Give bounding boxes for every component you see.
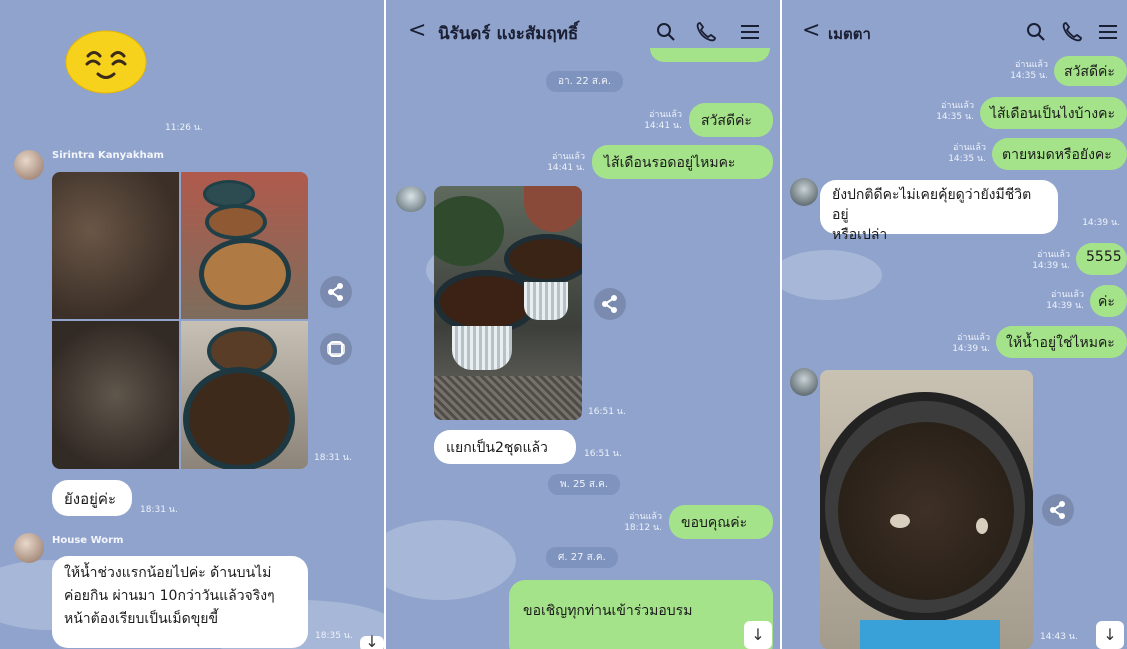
sender-name: Sirintra Kanyakham <box>52 150 164 161</box>
scroll-down-button[interactable]: ↓ <box>744 621 772 649</box>
keep-button[interactable] <box>320 333 352 365</box>
timestamp: 16:51 น. <box>584 449 622 459</box>
outgoing-message[interactable]: ค่ะ <box>1090 285 1127 317</box>
phone-icon[interactable] <box>1060 20 1084 44</box>
incoming-message[interactable]: ยังอยู่ค่ะ <box>52 480 132 516</box>
chat-header: < เมตตา <box>782 0 1127 64</box>
photo-grid[interactable] <box>52 172 308 469</box>
avatar[interactable] <box>790 178 818 206</box>
avatar[interactable] <box>14 150 44 180</box>
photo-pots-1[interactable] <box>181 172 308 319</box>
timestamp: 14:39 น. <box>1032 261 1070 271</box>
screenshot-collage: 11:26 น. Sirintra Kanyakham 18:31 น. ยัง… <box>0 0 1127 649</box>
read-status: อ่านแล้ว <box>1051 290 1084 300</box>
avatar[interactable] <box>14 533 44 563</box>
timestamp: 14:39 น. <box>952 344 990 354</box>
date-separator: ศ. 27 ส.ค. <box>546 547 618 568</box>
timestamp: 18:12 น. <box>624 523 662 533</box>
chat-title: เมตตา <box>828 25 871 43</box>
timestamp: 14:41 น. <box>547 163 585 173</box>
timestamp: 18:31 น. <box>314 453 352 463</box>
back-chevron-icon[interactable]: < <box>408 18 426 43</box>
share-icon <box>602 295 617 313</box>
outgoing-message[interactable]: สวัสดีค่ะ <box>689 103 773 137</box>
share-button[interactable] <box>320 276 352 308</box>
date-separator: อา. 22 ส.ค. <box>546 71 624 92</box>
incoming-message-long[interactable]: ให้น้ำช่วงแรกน้อยไปค่ะ ด้านบนไม่ ค่อยกิน… <box>52 556 308 648</box>
timestamp: 14:41 น. <box>644 121 682 131</box>
outgoing-message[interactable]: ขอบคุณค่ะ <box>669 505 773 539</box>
outgoing-message-partial[interactable] <box>650 48 770 62</box>
message-line: ให้น้ำช่วงแรกน้อยไปค่ะ ด้านบนไม่ <box>64 565 272 581</box>
photo-message[interactable] <box>820 370 1033 649</box>
date-separator: พ. 25 ส.ค. <box>548 474 621 495</box>
outgoing-message[interactable]: ให้น้ำอยู่ใช่ไหมคะ <box>996 326 1127 358</box>
timestamp: 14:39 น. <box>1046 301 1084 311</box>
avatar[interactable] <box>790 368 818 396</box>
chat-title: นิรันดร์ แงะสัมฤทธิ์ <box>438 24 579 44</box>
menu-icon[interactable] <box>738 20 762 44</box>
message-line: ยังปกติดีคะไม่เคยคุ้ยดูว่ายังมีชีวิตอยู่ <box>832 187 1032 223</box>
outgoing-message-long[interactable]: ขอเชิญทุกท่านเข้าร่วมอบรม <box>509 580 773 649</box>
timestamp: 14:35 น. <box>948 154 986 164</box>
menu-icon[interactable] <box>1096 20 1120 44</box>
timestamp: 14:35 น. <box>936 112 974 122</box>
message-line: หรือเปล่า <box>832 227 888 243</box>
smiley-sticker[interactable] <box>64 30 148 94</box>
outgoing-message[interactable]: 5555 <box>1076 243 1127 275</box>
timestamp: 16:51 น. <box>588 407 626 417</box>
outgoing-message[interactable]: ไส้เดือนเป็นไงบ้างคะ <box>980 97 1127 129</box>
photo-message[interactable] <box>434 186 582 420</box>
share-button[interactable] <box>1042 494 1074 526</box>
read-status: อ่านแล้ว <box>941 101 974 111</box>
message-line: หน้าต้องเรียบเป็นเม็ดขุยขี้ <box>64 611 219 627</box>
timestamp: 11:26 น. <box>165 123 203 133</box>
incoming-message[interactable]: แยกเป็น2ชุดแล้ว <box>434 430 576 464</box>
read-status: อ่านแล้ว <box>953 143 986 153</box>
read-status: อ่านแล้ว <box>552 152 585 162</box>
incoming-message-long[interactable]: ยังปกติดีคะไม่เคยคุ้ยดูว่ายังมีชีวิตอยู่… <box>820 180 1058 243</box>
scroll-down-button[interactable]: ↓ <box>1096 621 1124 649</box>
phone-icon[interactable] <box>694 20 718 44</box>
timestamp: 18:31 น. <box>140 505 178 515</box>
outgoing-message[interactable]: ไส้เดือนรอดอยู่ไหมคะ <box>592 145 773 179</box>
outgoing-message[interactable]: ตายหมดหรือยังคะ <box>992 138 1127 170</box>
back-chevron-icon[interactable]: < <box>802 18 820 43</box>
share-button[interactable] <box>594 288 626 320</box>
right-chat-panel: < เมตตา อ่านแล้ว 14:35 น. สวัสดีค่ะ อ่าน… <box>782 0 1127 649</box>
search-icon[interactable] <box>654 20 678 44</box>
avatar[interactable] <box>396 186 426 212</box>
read-status: อ่านแล้ว <box>629 512 662 522</box>
scroll-down-button[interactable]: ↓ <box>360 634 384 649</box>
photo-soil-1[interactable] <box>52 172 179 319</box>
timestamp: 14:35 น. <box>1010 71 1048 81</box>
read-status: อ่านแล้ว <box>1015 60 1048 70</box>
read-status: อ่านแล้ว <box>957 333 990 343</box>
bg-cloud <box>386 520 516 600</box>
keep-icon <box>327 341 345 357</box>
read-status: อ่านแล้ว <box>649 110 682 120</box>
middle-chat-panel: < นิรันดร์ แงะสัมฤทธิ์ อา. 22 ส.ค. อ่านแ… <box>386 0 780 649</box>
outgoing-message[interactable]: สวัสดีค่ะ <box>1054 56 1127 86</box>
bg-cloud <box>782 250 882 300</box>
message-line: ค่อยกิน ผ่านมา 10กว่าวันแล้วจริงๆ <box>64 588 275 604</box>
share-icon <box>328 283 343 301</box>
share-icon <box>1050 501 1065 519</box>
sender-name: House Worm <box>52 535 124 546</box>
timestamp: 14:39 น. <box>1082 218 1120 228</box>
photo-pots-2[interactable] <box>181 321 308 469</box>
photo-soil-2[interactable] <box>52 321 179 469</box>
left-chat-panel: 11:26 น. Sirintra Kanyakham 18:31 น. ยัง… <box>0 0 384 649</box>
timestamp: 14:43 น. <box>1040 632 1078 642</box>
search-icon[interactable] <box>1024 20 1048 44</box>
read-status: อ่านแล้ว <box>1037 250 1070 260</box>
